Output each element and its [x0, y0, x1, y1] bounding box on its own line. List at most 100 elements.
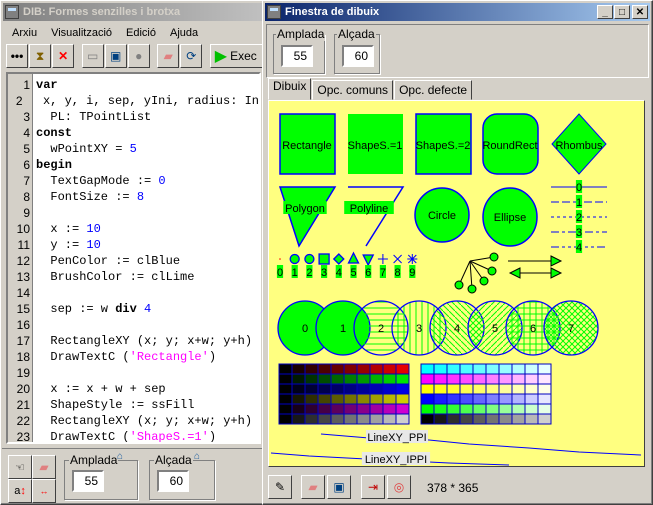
line-number: 9	[23, 206, 30, 220]
main-titlebar[interactable]: DIB: Formes senzilles i brotxa	[3, 3, 263, 21]
code-line[interactable]: 1 var	[8, 77, 259, 93]
comment-button[interactable]: ●	[127, 44, 150, 68]
lock-icon[interactable]: ⌂	[194, 451, 200, 462]
code-line[interactable]: 11 y := 10	[8, 237, 259, 253]
menu-visualitzacio[interactable]: Visualització	[44, 27, 119, 39]
exit-button[interactable]: ⇥	[361, 475, 385, 499]
color-swatch	[459, 393, 474, 405]
eraser-icon: ▰	[308, 480, 318, 494]
code-line[interactable]: 10 x := 10	[8, 221, 259, 237]
color-swatch	[330, 383, 345, 395]
lock-icon[interactable]: ⌂	[117, 451, 123, 462]
new-button[interactable]: ▭	[81, 44, 104, 68]
floppy-icon: ▣	[333, 480, 345, 494]
code-line[interactable]: 23 DrawTextC ('ShapeS.=1')	[8, 429, 259, 442]
save-button[interactable]: ▣	[104, 44, 127, 68]
color-swatch	[317, 393, 332, 405]
main-height-input[interactable]: 60	[157, 470, 189, 492]
code-line[interactable]: 5 wPointXY = 5	[8, 141, 259, 157]
color-swatch	[446, 383, 461, 395]
polygon-shape	[278, 186, 337, 248]
color-swatch	[343, 393, 358, 405]
tab-dibuix[interactable]: Dibuix	[268, 78, 312, 100]
drawing-height-input[interactable]: 60	[342, 45, 374, 67]
tab-opc-comuns[interactable]: Opc. comuns	[312, 80, 394, 100]
menu-arxiu[interactable]: Arxiu	[5, 27, 44, 39]
code-line[interactable]: 22 RectangleXY (x; y; x+w; y+h)	[8, 413, 259, 429]
close-icon: ✕	[635, 6, 645, 18]
drawing-titlebar[interactable]: Finestra de dibuix _ □ ✕	[265, 3, 650, 21]
refresh-icon: ⟳	[186, 49, 197, 63]
speech-bubble-icon: ●	[135, 49, 143, 63]
run-button[interactable]: ▶ Exec	[209, 44, 265, 68]
code-line[interactable]: 17 RectangleXY (x; y; x+w; y+h)	[8, 333, 259, 349]
drawing-title: Finestra de dibuix	[285, 6, 380, 18]
color-swatch	[382, 413, 397, 425]
code-line[interactable]: 21 ShapeStyle := ssFill	[8, 397, 259, 413]
pen-style-label-2: 2	[576, 212, 582, 224]
clear-button[interactable]: ▰	[32, 455, 56, 479]
stop-button[interactable]: ✕	[52, 44, 75, 68]
color-swatch	[304, 393, 319, 405]
code-line[interactable]: 12 PenColor := clBlue	[8, 253, 259, 269]
color-swatch	[537, 393, 552, 405]
color-swatch	[433, 373, 448, 385]
menu-ajuda[interactable]: Ajuda	[163, 27, 205, 39]
brush-style-label-6: 6	[530, 323, 536, 335]
pen-icon: ✎	[274, 480, 286, 494]
color-swatch	[330, 393, 345, 405]
point-style-2	[304, 253, 315, 265]
code-line[interactable]: 4 const	[8, 125, 259, 141]
timer-button[interactable]: ⧗	[29, 44, 52, 68]
line-number: 17	[16, 334, 30, 348]
step-button[interactable]: •••	[6, 44, 29, 68]
tab-opc-defecte[interactable]: Opc. defecte	[394, 80, 473, 100]
canvas-size-status: 378 * 365	[427, 481, 479, 495]
drawing-canvas[interactable]: Rectangle ShapeS.=1 ShapeS.=2 RoundRect Rhom…	[268, 100, 645, 467]
code-line[interactable]: 3 PL: TPointList	[8, 109, 259, 125]
width-button[interactable]: ↔	[32, 479, 56, 503]
font-button[interactable]: a↕	[8, 479, 32, 503]
code-line[interactable]: 9	[8, 205, 259, 221]
menu-edicio[interactable]: Edició	[119, 27, 163, 39]
point-style-6	[362, 254, 375, 267]
line-number: 13	[16, 270, 30, 284]
color-swatch	[446, 393, 461, 405]
color-swatch	[433, 383, 448, 395]
code-text: RectangleXY (x; y; x+w; y+h)	[36, 414, 253, 428]
code-line[interactable]: 7 TextGapMode := 0	[8, 173, 259, 189]
color-swatch	[472, 383, 487, 395]
main-height-group: Alçada ⌂ 60	[149, 451, 215, 500]
minimize-button[interactable]: _	[597, 5, 613, 19]
select-button[interactable]: ☜	[8, 455, 32, 479]
roundrect-label: RoundRect	[482, 140, 537, 152]
help-button[interactable]: ◎	[387, 475, 411, 499]
point-style-8	[393, 254, 402, 264]
refresh-button[interactable]: ⟳	[180, 44, 203, 68]
code-line[interactable]: 8 FontSize := 8	[8, 189, 259, 205]
code-line[interactable]: 16	[8, 317, 259, 333]
line-number: 19	[16, 366, 30, 380]
code-line[interactable]: 19	[8, 365, 259, 381]
code-line[interactable]: 18 DrawTextC ('Rectangle')	[8, 349, 259, 365]
arrow-head	[454, 280, 464, 290]
close-button[interactable]: ✕	[632, 5, 648, 19]
main-bottom-panel: ☜ ▰ a↕ ↔ Amplada ⌂ 55 Alçada ⌂ 60	[2, 448, 264, 503]
code-editor[interactable]: 1 var 2 x, y, i, sep, yIni, radius: In 3 PL…	[6, 72, 261, 444]
maximize-button[interactable]: □	[614, 5, 630, 19]
color-swatch	[472, 413, 487, 425]
code-line[interactable]: 2 x, y, i, sep, yIni, radius: In	[8, 93, 259, 109]
drawing-width-input[interactable]: 55	[281, 45, 313, 67]
main-width-input[interactable]: 55	[72, 470, 104, 492]
code-line[interactable]: 13 BrushColor := clLime	[8, 269, 259, 285]
code-line[interactable]: 20 x := x + w + sep	[8, 381, 259, 397]
canvas-erase-button[interactable]: ▰	[301, 475, 325, 499]
code-line[interactable]: 15 sep := w div 4	[8, 301, 259, 317]
draw-button[interactable]: ✎	[268, 475, 292, 499]
canvas-save-button[interactable]: ▣	[327, 475, 351, 499]
erase-button[interactable]: ▰	[157, 44, 180, 68]
code-line[interactable]: 14	[8, 285, 259, 301]
code-line[interactable]: 6 begin	[8, 157, 259, 173]
arrow-head	[550, 267, 563, 279]
